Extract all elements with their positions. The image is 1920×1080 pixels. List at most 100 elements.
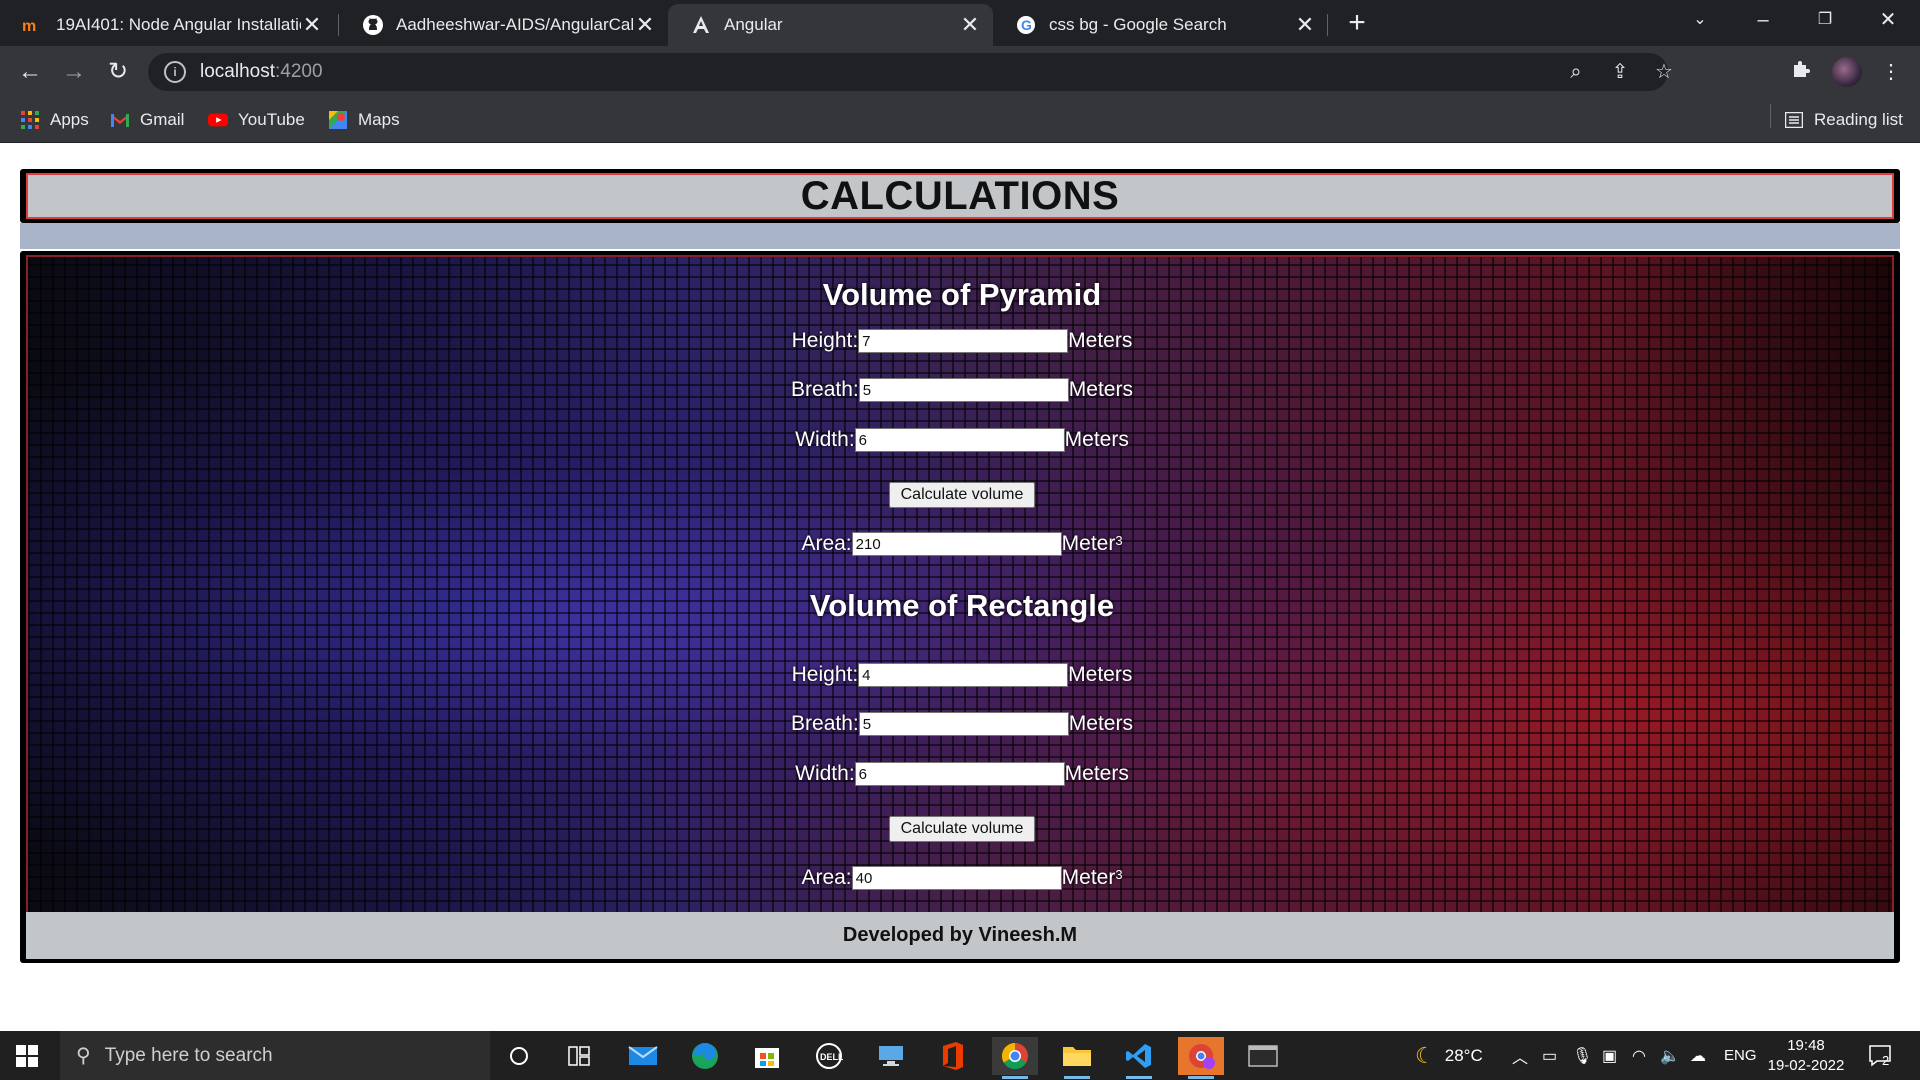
tab-title: 19AI401: Node Angular Installatio [56,15,301,34]
task-view-icon[interactable] [556,1037,602,1075]
rectangle-height-unit: Meters [1068,663,1133,686]
wifi-icon[interactable]: ◠ [1632,1031,1646,1080]
microphone-icon[interactable]: 🎙 [1572,1031,1592,1080]
clock-date: 19-02-2022 [1767,1057,1845,1074]
zoom-icon[interactable]: ⌕ [1564,60,1588,84]
page-title: CALCULATIONS [800,173,1120,218]
pyramid-width-input[interactable] [854,428,1065,452]
bookmark-youtube[interactable]: YouTube [208,108,305,132]
tab-github[interactable]: Aadheeshwar-AIDS/AngularCalcu ✕ [340,4,668,46]
rectangle-width-input[interactable] [854,762,1065,786]
site-info-icon[interactable]: i [164,61,186,83]
pyramid-calculate-button[interactable]: Calculate volume [889,482,1035,508]
rectangle-width-row: Width: Meters [28,762,1892,786]
rectangle-height-row: Height: Meters [28,663,1892,687]
onedrive-icon[interactable]: ☁ [1690,1031,1706,1080]
bookmark-star-icon[interactable]: ☆ [1652,60,1676,84]
profile-avatar[interactable] [1832,57,1862,87]
address-bar[interactable]: i localhost:4200 ⌕ ⇪ ☆ [148,53,1673,91]
window-close-icon[interactable]: ✕ [1858,0,1918,40]
back-arrow-icon[interactable]: ← [14,56,46,88]
angular-icon [690,14,712,36]
bookmark-label: YouTube [238,110,305,129]
microsoft-store-icon[interactable] [744,1037,790,1075]
bookmarks-bar: Apps Gmail YouTube Maps Reading list [0,98,1920,143]
mail-icon[interactable] [620,1037,666,1075]
reading-list[interactable]: Reading list [1784,108,1903,132]
clock[interactable]: 19:48 19-02-2022 [1764,1036,1848,1076]
battery-icon[interactable]: ▭ [1542,1031,1557,1080]
close-tab-icon[interactable]: ✕ [301,12,323,38]
language-indicator[interactable]: ENG [1724,1031,1757,1080]
clock-time: 19:48 [1787,1037,1825,1054]
chrome-icon[interactable] [992,1037,1038,1079]
tab-search-chevron-icon[interactable]: ⌄ [1670,0,1730,40]
reload-icon[interactable]: ↻ [102,56,134,88]
tab-title: Angular [724,15,783,34]
pyramid-area-output[interactable] [851,532,1062,556]
pyramid-breadth-input[interactable] [858,378,1069,402]
notification-center-icon[interactable]: 2 [1868,1031,1891,1080]
page-footer: Developed by Vineesh.M [26,912,1894,959]
speaker-icon[interactable]: 🔈 [1660,1031,1680,1080]
close-tab-icon[interactable]: ✕ [1294,12,1316,38]
remote-desktop-icon[interactable] [868,1037,914,1075]
menu-dots-icon[interactable]: ⋮ [1877,58,1905,86]
windows-taskbar: ⚲ Type here to search DELL ☾ 28°C ︿ ▭ 🎙 … [0,1031,1920,1080]
rectangle-height-input[interactable] [858,663,1069,687]
page-header: CALCULATIONS [20,169,1900,223]
dell-icon[interactable]: DELL [806,1037,852,1075]
rectangle-width-unit: Meters [1064,762,1129,785]
taskbar-search[interactable]: ⚲ Type here to search [60,1031,490,1080]
pyramid-width-row: Width: Meters [28,428,1892,452]
rectangle-breadth-input[interactable] [858,712,1069,736]
vscode-icon[interactable] [1116,1037,1162,1079]
rectangle-calculate-button[interactable]: Calculate volume [889,816,1035,842]
pyramid-area-label: Area: [801,532,852,555]
terminal-icon[interactable] [1240,1037,1286,1075]
bookmark-gmail[interactable]: Gmail [110,108,184,132]
pyramid-breadth-label: Breath: [791,378,859,401]
pyramid-area-unit: Meter [1061,532,1116,555]
bookmark-maps[interactable]: Maps [328,108,400,132]
minimize-icon[interactable]: – [1733,0,1793,40]
tab-angular[interactable]: Angular ✕ [668,4,993,46]
pyramid-area-exponent: 3 [1115,532,1123,548]
weather-widget[interactable]: ☾ 28°C [1415,1031,1483,1080]
bookmark-label: Maps [358,110,400,129]
cortana-icon[interactable] [496,1037,542,1075]
edge-icon[interactable] [682,1037,728,1075]
maps-icon [328,110,348,130]
header-panel: CALCULATIONS [26,173,1894,219]
rectangle-area-unit: Meter [1061,866,1116,889]
tab-moodle[interactable]: m 19AI401: Node Angular Installatio ✕ [0,4,335,46]
pyramid-breadth-row: Breath: Meters [28,378,1892,402]
rectangle-breadth-unit: Meters [1068,712,1133,735]
calculator-content: Volume of Pyramid Height: Meters Breath:… [26,255,1894,916]
rectangle-area-output[interactable] [851,866,1062,890]
new-tab-button[interactable]: + [1342,8,1372,38]
rectangle-area-row: Area: Meter3 [28,866,1892,890]
restore-icon[interactable]: ❐ [1795,0,1855,40]
file-explorer-icon[interactable] [1054,1037,1100,1079]
forward-arrow-icon[interactable]: → [58,56,90,88]
windows-start-icon[interactable] [16,1045,38,1067]
pyramid-height-row: Height: Meters [28,329,1892,353]
pyramid-width-label: Width: [795,428,855,451]
github-icon [362,14,384,36]
reading-list-label: Reading list [1814,110,1903,129]
tab-title: Aadheeshwar-AIDS/AngularCalcu [396,15,634,34]
pyramid-height-input[interactable] [858,329,1069,353]
close-tab-icon[interactable]: ✕ [959,12,981,38]
url-port: :4200 [275,61,323,82]
tray-overflow-chevron-icon[interactable]: ︿ [1512,1031,1528,1080]
tab-google-search[interactable]: G css bg - Google Search ✕ [993,4,1328,46]
svg-text:DELL: DELL [820,1052,843,1062]
extensions-puzzle-icon[interactable] [1787,58,1815,86]
office-icon[interactable] [930,1037,976,1075]
chrome-profile-icon[interactable] [1178,1037,1224,1079]
share-icon[interactable]: ⇪ [1608,60,1632,84]
display-icon[interactable]: ▣ [1602,1031,1617,1080]
bookmark-apps[interactable]: Apps [20,108,89,132]
close-tab-icon[interactable]: ✕ [634,12,656,38]
